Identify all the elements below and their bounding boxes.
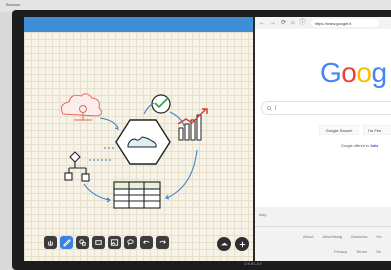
undo-tool-button[interactable]	[140, 236, 153, 249]
footer-links-primary: About Advertising Business Ho	[303, 234, 382, 239]
google-logo: Goog	[320, 57, 387, 89]
lucky-button[interactable]: I'm Fee	[363, 125, 391, 135]
display-screen: ← → ⟳ ⌂ ⓘ https://www.google.it Goog | G…	[24, 17, 391, 261]
reload-button[interactable]: ⟳	[281, 20, 286, 26]
back-button[interactable]: ←	[259, 20, 265, 26]
browser-window: ← → ⟳ ⌂ ⓘ https://www.google.it Goog | G…	[255, 17, 391, 261]
eraser-icon	[95, 240, 102, 245]
text-caret: |	[275, 105, 277, 111]
page-footer: Italy About Advertising Business Ho Priv…	[255, 207, 391, 261]
hand-tool-button[interactable]	[44, 236, 57, 249]
device-brand: OKBLAY	[244, 261, 263, 266]
footer-link-privacy[interactable]: Privacy	[334, 249, 347, 254]
whiteboard-app	[24, 17, 253, 261]
whiteboard-toolbar	[44, 236, 169, 252]
pen-tool-button[interactable]	[60, 236, 73, 249]
undo-icon	[143, 240, 150, 244]
footer-link-business[interactable]: Business	[351, 234, 367, 239]
footer-country: Italy	[259, 212, 267, 217]
table-icon	[113, 181, 161, 209]
logo-letter: o	[356, 57, 372, 88]
image-tool-button[interactable]	[108, 236, 121, 249]
footer-divider	[255, 226, 391, 227]
address-bar[interactable]: https://www.google.it	[310, 19, 379, 27]
browser-toolbar: ← → ⟳ ⌂ ⓘ https://www.google.it	[255, 17, 391, 29]
whiteboard-drawing	[61, 93, 208, 209]
offered-in: Google offered in: Italia	[341, 144, 378, 148]
cloud-idea-icon	[61, 93, 103, 121]
growth-chart-icon	[177, 108, 208, 141]
add-button[interactable]	[235, 237, 249, 251]
image-icon	[110, 239, 119, 246]
footer-link-settings[interactable]: Se	[376, 249, 381, 254]
layers-button[interactable]	[217, 237, 231, 251]
logo-letter: g	[371, 57, 387, 88]
footer-link-about[interactable]: About	[303, 234, 313, 239]
pen-icon	[63, 239, 71, 247]
offered-prefix: Google offered in:	[341, 144, 370, 148]
search-input[interactable]: |	[261, 101, 391, 115]
logo-letter: G	[320, 57, 342, 88]
search-icon	[267, 105, 272, 111]
footer-links-secondary: Privacy Terms Se	[334, 249, 381, 254]
logo-letter: o	[341, 57, 357, 88]
home-button[interactable]: ⌂	[291, 20, 295, 26]
flowchart-icon	[64, 151, 90, 182]
check-circle-icon	[151, 94, 171, 114]
footer-link-how-search-works[interactable]: Ho	[376, 234, 381, 239]
plus-icon	[239, 241, 245, 247]
language-link[interactable]: Italia	[371, 144, 379, 148]
google-search-button[interactable]: Google Search	[319, 125, 359, 135]
lasso-tool-button[interactable]	[124, 236, 137, 249]
forward-button[interactable]: →	[270, 20, 276, 26]
redo-tool-button[interactable]	[156, 236, 169, 249]
redo-icon	[159, 240, 166, 244]
hand-icon	[48, 240, 53, 246]
eraser-tool-button[interactable]	[92, 236, 105, 249]
layers-icon	[220, 242, 228, 245]
lasso-icon	[127, 239, 134, 246]
window-title: Browser	[6, 2, 21, 7]
shape-tool-button[interactable]	[76, 236, 89, 249]
footer-link-terms[interactable]: Terms	[356, 249, 367, 254]
shapes-icon	[79, 239, 86, 246]
site-info-icon[interactable]: ⓘ	[300, 20, 306, 26]
whiteboard-header	[24, 17, 253, 32]
hexagon-shoe-icon	[115, 119, 171, 165]
footer-link-advertising[interactable]: Advertising	[322, 234, 342, 239]
